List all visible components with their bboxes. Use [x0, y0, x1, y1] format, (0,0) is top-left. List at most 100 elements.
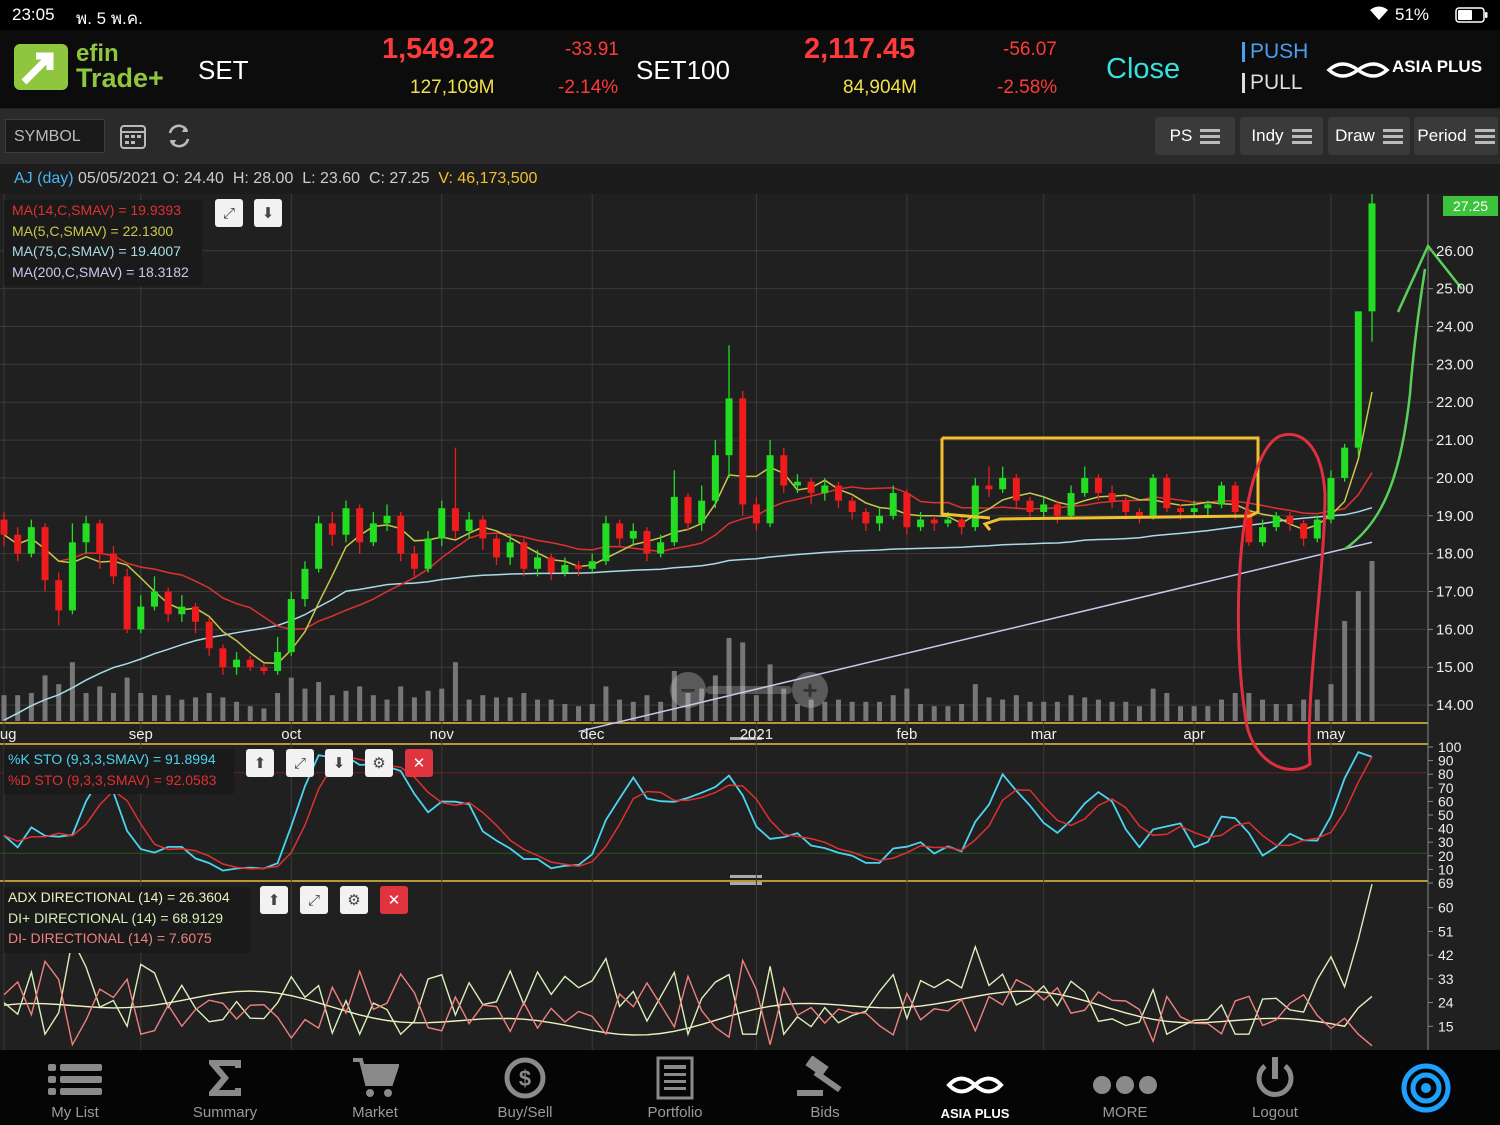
- volume-bar: [835, 699, 841, 721]
- sto-k-legend: %K STO (9,3,3,SMAV) = 91.8994: [8, 751, 216, 767]
- market-status: Close: [1106, 53, 1181, 85]
- info-high: 28.00: [253, 170, 294, 187]
- ps-label: PS: [1169, 126, 1193, 145]
- candle-body: [328, 523, 336, 535]
- volume-bar: [288, 677, 294, 721]
- candle-body: [1327, 477, 1335, 520]
- candle-body: [698, 500, 706, 524]
- draw-button[interactable]: Draw: [1328, 117, 1410, 155]
- candle-body: [1190, 508, 1198, 512]
- candle-body: [14, 534, 22, 554]
- x-tick-label: aug: [0, 726, 17, 743]
- candle-body: [999, 477, 1007, 490]
- candle-body: [520, 542, 528, 569]
- symbol-input[interactable]: SYMBOL: [14, 128, 81, 146]
- expand-icon[interactable]: ⤢: [300, 886, 328, 914]
- tab-logout[interactable]: Logout: [1200, 1050, 1350, 1125]
- volume-bar: [1, 695, 7, 721]
- sto-y-tick-label: 69: [1438, 875, 1454, 891]
- ma14-legend: MA(14,C,SMAV) = 19.9393: [12, 202, 181, 218]
- document-icon: [656, 1056, 694, 1100]
- y-tick-label: 26.00: [1436, 243, 1474, 260]
- candle-body: [1368, 203, 1376, 312]
- tab-asiaplus[interactable]: ASIA PLUS: [900, 1050, 1050, 1125]
- y-tick-label: 17.00: [1436, 584, 1474, 601]
- volume-bar: [1109, 701, 1115, 721]
- volume-bar: [1027, 701, 1033, 721]
- tab-bids[interactable]: Bids: [750, 1050, 900, 1125]
- calendar-icon[interactable]: [118, 121, 148, 156]
- candle-body: [55, 580, 63, 611]
- zoom-in-icon[interactable]: +: [792, 672, 828, 708]
- volume-bar: [822, 701, 828, 721]
- volume-bar: [493, 697, 499, 721]
- candle-body: [862, 512, 870, 524]
- tab-summary[interactable]: Summary: [150, 1050, 300, 1125]
- candle-body: [561, 565, 569, 573]
- volume-bar: [959, 704, 965, 721]
- tab-my-list[interactable]: My List: [0, 1050, 150, 1125]
- candle-body: [1259, 527, 1267, 543]
- panel-splitter-handle: [730, 882, 762, 885]
- chart-area[interactable]: 100 90 80 70 60 50 40 30 20 10 69 60 51 42 33 24 15 26.…: [0, 194, 1500, 1050]
- candle-body: [1176, 508, 1184, 512]
- candle-body: [1135, 512, 1143, 516]
- panel-splitter-handle: [730, 875, 762, 878]
- volume-bar: [589, 704, 595, 721]
- zoom-out-icon[interactable]: −: [670, 672, 706, 708]
- market-header: efin Trade+ SET 1,549.22 -33.91 127,109M…: [0, 30, 1500, 109]
- adx-y-tick-label: 60: [1438, 900, 1454, 916]
- volume-bar: [261, 708, 267, 721]
- gear-icon[interactable]: ⚙: [365, 749, 393, 777]
- gear-icon[interactable]: ⚙: [340, 886, 368, 914]
- candle-body: [192, 606, 200, 622]
- candle-body: [164, 591, 172, 615]
- volume-bar: [343, 690, 349, 721]
- candle-body: [233, 659, 241, 668]
- expand-icon[interactable]: ⤢: [215, 199, 243, 227]
- set100-percent: -2.58%: [997, 77, 1058, 98]
- volume-bar: [576, 706, 582, 721]
- tab-market[interactable]: Market: [300, 1050, 450, 1125]
- volume-bar: [1232, 693, 1238, 721]
- refresh-icon[interactable]: [164, 121, 194, 156]
- push-button[interactable]: PUSH: [1242, 41, 1308, 62]
- tab-more[interactable]: MORE: [1050, 1050, 1200, 1125]
- candle-body: [383, 515, 391, 524]
- close-icon[interactable]: ✕: [380, 886, 408, 914]
- asiaplus-logo-icon: [1325, 58, 1391, 87]
- set100-volume: 84,904M: [843, 77, 917, 98]
- volume-bar: [548, 699, 554, 721]
- candle-body: [1122, 500, 1130, 512]
- candle-body: [246, 659, 254, 668]
- pull-button[interactable]: PULL: [1242, 72, 1303, 93]
- close-icon[interactable]: ✕: [405, 749, 433, 777]
- candle-body: [178, 606, 186, 615]
- indy-button[interactable]: Indy: [1240, 117, 1323, 155]
- candle-body: [985, 485, 993, 490]
- period-button[interactable]: Period: [1414, 117, 1498, 155]
- status-time: 23:05: [12, 5, 55, 24]
- arrow-up-icon[interactable]: ⬆: [260, 886, 288, 914]
- volume-bar: [1054, 701, 1060, 721]
- candle-body: [1081, 477, 1089, 494]
- arrow-up-icon[interactable]: ⬆: [246, 749, 274, 777]
- expand-icon[interactable]: ⤢: [286, 749, 314, 777]
- tab-portfolio[interactable]: Portfolio: [600, 1050, 750, 1125]
- volume-bar: [1246, 693, 1252, 721]
- x-tick-label: oct: [281, 726, 302, 743]
- x-tick-label: apr: [1183, 726, 1205, 743]
- arrow-down-icon[interactable]: ⬇: [254, 199, 282, 227]
- status-date: พ. 5 พ.ค.: [76, 9, 143, 28]
- info-date: 05/05/2021: [78, 170, 159, 187]
- tab-label: Summary: [192, 1104, 258, 1121]
- candle-body: [287, 599, 295, 653]
- zoom-slider[interactable]: [706, 686, 792, 694]
- tab-buy-sell[interactable]: $ Buy/Sell: [450, 1050, 600, 1125]
- assistive-touch-icon[interactable]: [1400, 1062, 1452, 1119]
- candle-body: [917, 519, 925, 528]
- ps-button[interactable]: PS: [1155, 117, 1235, 155]
- di-plus-legend: DI+ DIRECTIONAL (14) = 68.9129: [8, 909, 224, 926]
- arrow-down-icon[interactable]: ⬇: [325, 749, 353, 777]
- set-label: SET: [198, 55, 249, 85]
